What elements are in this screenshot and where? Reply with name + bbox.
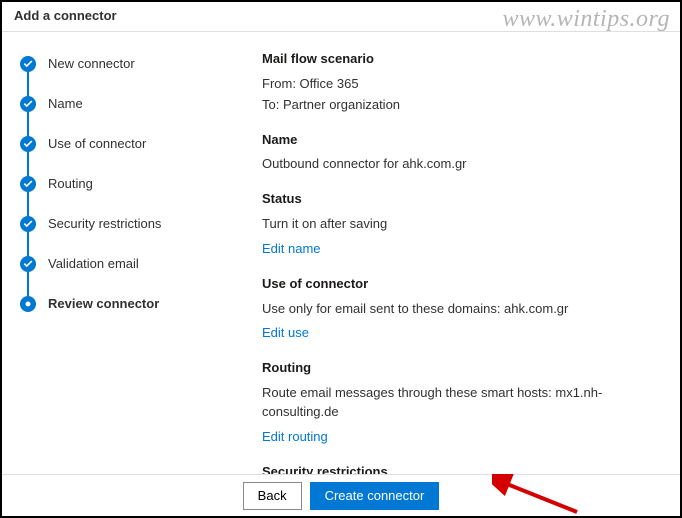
- edit-name-link[interactable]: Edit name: [262, 240, 321, 259]
- add-connector-dialog: www.wintips.org Add a connector New conn…: [0, 0, 682, 518]
- check-icon: [20, 96, 36, 112]
- name-heading: Name: [262, 131, 662, 150]
- wizard-step[interactable]: Routing: [20, 176, 202, 216]
- step-dot-icon: [20, 296, 36, 312]
- dialog-title: Add a connector: [14, 8, 668, 23]
- check-icon: [20, 216, 36, 232]
- step-connector-line: [27, 152, 29, 176]
- wizard-step-label: Use of connector: [48, 136, 146, 152]
- routing-value: Route email messages through these smart…: [262, 384, 662, 422]
- section-status: Status Turn it on after saving Edit name: [262, 190, 662, 259]
- check-icon: [20, 136, 36, 152]
- wizard-steps: New connector Name Use of connector Routing…: [2, 32, 202, 476]
- review-content: Mail flow scenario From: Office 365 To: …: [202, 32, 680, 476]
- edit-routing-link[interactable]: Edit routing: [262, 428, 328, 447]
- section-routing: Routing Route email messages through the…: [262, 359, 662, 446]
- section-name: Name Outbound connector for ahk.com.gr: [262, 131, 662, 175]
- edit-use-link[interactable]: Edit use: [262, 324, 309, 343]
- wizard-step-label: Name: [48, 96, 83, 112]
- step-connector-line: [27, 192, 29, 216]
- status-heading: Status: [262, 190, 662, 209]
- wizard-step-label: Review connector: [48, 296, 159, 312]
- wizard-step-label: Routing: [48, 176, 93, 192]
- step-connector-line: [27, 232, 29, 256]
- section-use: Use of connector Use only for email sent…: [262, 275, 662, 344]
- wizard-step-label: Validation email: [48, 256, 139, 272]
- wizard-step-label: New connector: [48, 56, 135, 72]
- step-connector-line: [27, 272, 29, 296]
- name-value: Outbound connector for ahk.com.gr: [262, 155, 662, 174]
- use-value: Use only for email sent to these domains…: [262, 300, 662, 319]
- wizard-step-label: Security restrictions: [48, 216, 161, 232]
- scenario-heading: Mail flow scenario: [262, 50, 662, 69]
- check-icon: [20, 176, 36, 192]
- back-button[interactable]: Back: [243, 482, 302, 510]
- dialog-footer: Back Create connector: [2, 474, 680, 516]
- step-connector-line: [27, 72, 29, 96]
- check-icon: [20, 56, 36, 72]
- wizard-step[interactable]: New connector: [20, 56, 202, 96]
- check-icon: [20, 256, 36, 272]
- dialog-header: Add a connector: [2, 2, 680, 32]
- wizard-step[interactable]: Name: [20, 96, 202, 136]
- wizard-step[interactable]: Validation email: [20, 256, 202, 296]
- wizard-step[interactable]: Use of connector: [20, 136, 202, 176]
- scenario-from: From: Office 365: [262, 75, 662, 94]
- section-mail-flow-scenario: Mail flow scenario From: Office 365 To: …: [262, 50, 662, 115]
- scenario-to: To: Partner organization: [262, 96, 662, 115]
- routing-heading: Routing: [262, 359, 662, 378]
- step-connector-line: [27, 112, 29, 136]
- use-heading: Use of connector: [262, 275, 662, 294]
- wizard-step[interactable]: Security restrictions: [20, 216, 202, 256]
- wizard-step[interactable]: Review connector: [20, 296, 202, 312]
- create-connector-button[interactable]: Create connector: [310, 482, 440, 510]
- status-value: Turn it on after saving: [262, 215, 662, 234]
- dialog-body: New connector Name Use of connector Routing…: [2, 32, 680, 476]
